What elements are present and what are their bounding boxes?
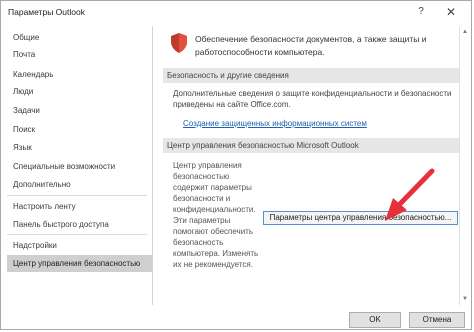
outlook-options-dialog: Параметры Outlook ? ✕ Общие Почта Календ…: [0, 0, 472, 330]
sidebar-item-trust-center[interactable]: Центр управления безопасностью: [7, 255, 152, 272]
sidebar-item-tasks[interactable]: Задачи: [7, 102, 152, 119]
scrollbar[interactable]: ▲ ▼: [459, 26, 470, 305]
sidebar-item-general[interactable]: Общие: [7, 29, 152, 46]
sidebar-item-advanced[interactable]: Дополнительно: [7, 176, 152, 193]
sidebar-separator: [7, 234, 147, 235]
sidebar-item-calendar[interactable]: Календарь: [7, 66, 152, 83]
sidebar-item-quick-access-toolbar[interactable]: Панель быстрого доступа: [7, 216, 152, 233]
sidebar-item-language[interactable]: Язык: [7, 139, 152, 156]
window-title: Параметры Outlook: [8, 7, 85, 17]
main-content: Обеспечение безопасности документов, а т…: [153, 26, 459, 305]
scroll-down-icon[interactable]: ▼: [461, 296, 469, 302]
sidebar-separator: [7, 195, 147, 196]
sidebar-item-accessibility[interactable]: Специальные возможности: [7, 158, 152, 175]
help-icon[interactable]: ?: [407, 1, 435, 23]
ok-button[interactable]: OK: [349, 312, 401, 328]
title-bar: Параметры Outlook ? ✕: [1, 1, 471, 23]
sidebar-item-add-ins[interactable]: Надстройки: [7, 237, 152, 254]
sidebar-item-search[interactable]: Поиск: [7, 121, 152, 138]
sidebar-item-customize-ribbon[interactable]: Настроить ленту: [7, 198, 152, 215]
scroll-up-icon[interactable]: ▲: [461, 29, 469, 35]
red-arrow-annotation: [385, 168, 435, 221]
sidebar-item-mail[interactable]: Почта: [7, 46, 152, 63]
close-icon[interactable]: ✕: [437, 1, 465, 23]
sidebar: Общие Почта Календарь Люди Задачи Поиск …: [7, 26, 153, 305]
cancel-button[interactable]: Отмена: [409, 312, 465, 328]
sidebar-item-people[interactable]: Люди: [7, 83, 152, 100]
